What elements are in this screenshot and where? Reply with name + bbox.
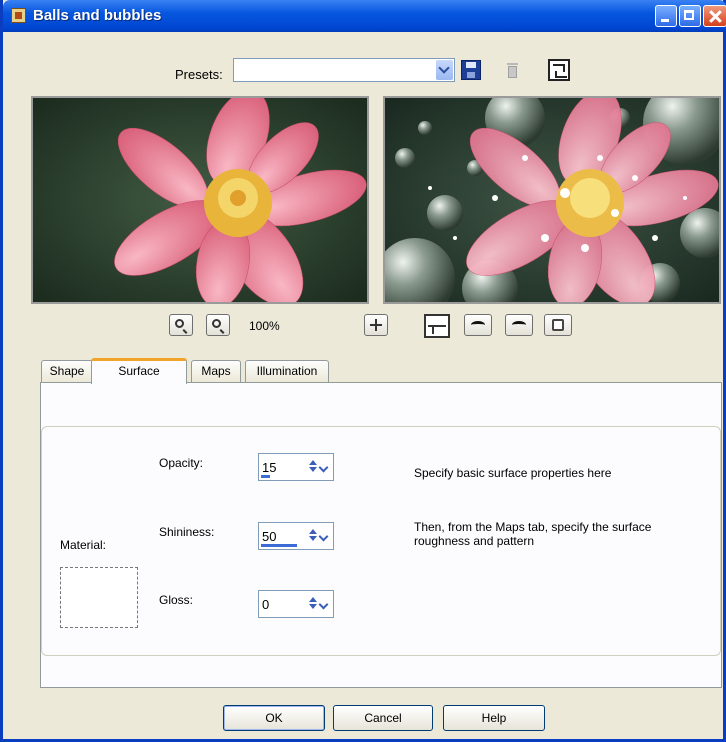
- shininess-spinbox[interactable]: 50: [258, 522, 334, 550]
- effect-preview[interactable]: [383, 96, 721, 304]
- opacity-label: Opacity:: [159, 456, 204, 470]
- lotus-image: [33, 98, 367, 302]
- zoom-in-icon: [212, 319, 221, 328]
- chevron-down-icon[interactable]: [318, 462, 329, 473]
- cancel-button[interactable]: Cancel: [333, 705, 433, 731]
- lotus-bubbles-image: [385, 98, 719, 302]
- dialog-window: Balls and bubbles Presets: 100% Shape Su…: [0, 0, 726, 742]
- tab-maps[interactable]: Maps: [191, 360, 241, 382]
- app-icon: [11, 8, 26, 23]
- material-label: Material:: [60, 538, 107, 552]
- original-preview[interactable]: [31, 96, 369, 304]
- gloss-value: 0: [262, 597, 270, 612]
- spin-arrows-icon[interactable]: [309, 460, 317, 472]
- shininess-value: 50: [262, 529, 277, 544]
- surface-panel: Material: Opacity: 15 Specify basic surf…: [40, 382, 722, 688]
- preview-layout-button[interactable]: [424, 314, 450, 338]
- spin-arrows-icon[interactable]: [309, 597, 317, 609]
- opacity-spinbox[interactable]: 15: [258, 453, 334, 481]
- randomize-button[interactable]: [544, 314, 572, 336]
- save-preset-icon[interactable]: [461, 60, 481, 80]
- auto-proof-button[interactable]: [505, 314, 533, 336]
- chevron-down-icon[interactable]: [318, 599, 329, 610]
- chevron-down-icon[interactable]: [318, 531, 329, 542]
- zoom-out-icon: [175, 319, 184, 328]
- opacity-level-bar: [261, 475, 270, 478]
- shininess-label: Shininess:: [159, 525, 215, 539]
- spin-arrows-icon[interactable]: [309, 529, 317, 541]
- zoom-in-button[interactable]: [206, 314, 230, 336]
- zoom-out-button[interactable]: [169, 314, 193, 336]
- shininess-level-bar: [261, 544, 297, 547]
- pan-button[interactable]: [364, 314, 388, 336]
- maximize-button[interactable]: [679, 5, 701, 27]
- ok-button[interactable]: OK: [223, 705, 325, 731]
- help-text-maps: Then, from the Maps tab, specify the sur…: [414, 520, 652, 548]
- title-bar[interactable]: Balls and bubbles: [3, 0, 726, 32]
- window-title: Balls and bubbles: [33, 7, 162, 24]
- presets-label: Presets:: [175, 67, 223, 82]
- delete-preset-icon[interactable]: [503, 60, 523, 80]
- presets-dropdown[interactable]: [233, 58, 455, 82]
- opacity-value: 15: [262, 460, 277, 475]
- gloss-label: Gloss:: [159, 593, 194, 607]
- close-button[interactable]: [703, 5, 726, 27]
- help-text-basic: Specify basic surface properties here: [414, 466, 612, 480]
- proof-button[interactable]: [464, 314, 492, 336]
- tab-surface[interactable]: Surface: [91, 358, 187, 384]
- minimize-button[interactable]: [655, 5, 677, 27]
- surface-group: Material: Opacity: 15 Specify basic surf…: [41, 426, 721, 656]
- material-swatch[interactable]: [60, 567, 138, 628]
- gloss-spinbox[interactable]: 0: [258, 590, 334, 618]
- chevron-down-icon[interactable]: [436, 60, 453, 80]
- zoom-level: 100%: [249, 319, 280, 333]
- reset-preset-icon[interactable]: [548, 59, 570, 81]
- help-button[interactable]: Help: [443, 705, 545, 731]
- tab-illumination[interactable]: Illumination: [245, 360, 329, 382]
- tab-shape[interactable]: Shape: [41, 360, 93, 382]
